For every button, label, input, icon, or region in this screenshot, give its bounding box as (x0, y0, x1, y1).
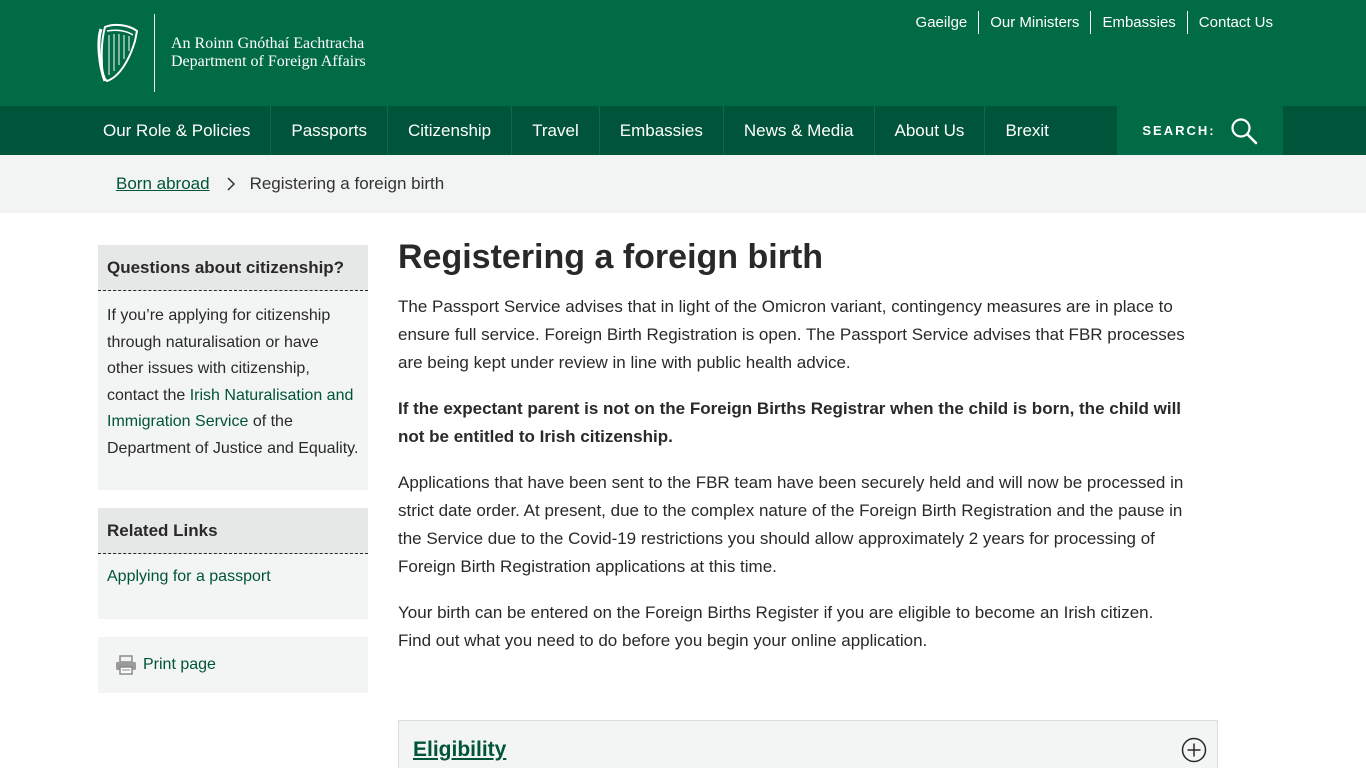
sidebar: Questions about citizenship? If you’re a… (98, 245, 368, 693)
citizenship-card-body: If you’re applying for citizenship throu… (98, 291, 368, 490)
chevron-right-icon (227, 177, 235, 191)
logo-line-irish: An Roinn Gnóthaí Eachtracha (171, 35, 365, 52)
nav-item-travel[interactable]: Travel (512, 106, 600, 155)
nav-item-news-media[interactable]: News & Media (724, 106, 875, 155)
search-button[interactable]: SEARCH: (1117, 106, 1283, 155)
nav-item-citizenship[interactable]: Citizenship (388, 106, 513, 155)
dfa-logo[interactable]: An Roinn Gnóthaí Eachtracha Department o… (97, 14, 366, 92)
paragraph-eligibility-intro: Your birth can be entered on the Foreign… (398, 603, 1154, 650)
nav-item-our-role-policies[interactable]: Our Role & Policies (83, 106, 272, 155)
print-page-label: Print page (143, 655, 216, 673)
paragraph-omicron: The Passport Service advises that in lig… (398, 297, 1185, 372)
applying-for-passport-link[interactable]: Applying for a passport (107, 568, 271, 585)
breadcrumb-born-abroad[interactable]: Born abroad (116, 174, 210, 194)
page-title: Registering a foreign birth (398, 238, 824, 276)
nav-item-brexit[interactable]: Brexit (985, 106, 1068, 155)
utility-links: Gaeilge Our Ministers Embassies Contact … (905, 11, 1284, 34)
logo-divider (154, 14, 155, 92)
toplink-contact-us[interactable]: Contact Us (1186, 11, 1284, 34)
main-nav: Our Role & Policies Passports Citizenshi… (0, 106, 1366, 155)
citizenship-card-title: Questions about citizenship? (98, 245, 368, 291)
related-links-card: Related Links Applying for a passport (98, 508, 368, 619)
printer-icon (116, 654, 136, 675)
site-header: An Roinn Gnóthaí Eachtracha Department o… (0, 0, 1366, 106)
paragraph-processing: Applications that have been sent to the … (398, 473, 1184, 576)
logo-text: An Roinn Gnóthaí Eachtracha Department o… (171, 35, 366, 71)
nav-item-embassies[interactable]: Embassies (600, 106, 724, 155)
related-links-title: Related Links (98, 508, 368, 554)
nav-item-passports[interactable]: Passports (271, 106, 388, 155)
harp-icon (97, 23, 139, 83)
breadcrumb-current: Registering a foreign birth (249, 174, 445, 193)
nav-item-about-us[interactable]: About Us (875, 106, 986, 155)
toplink-embassies[interactable]: Embassies (1090, 11, 1186, 34)
citizenship-card: Questions about citizenship? If you’re a… (98, 245, 368, 490)
print-page-button[interactable]: Print page (98, 636, 368, 693)
search-label: SEARCH: (1142, 123, 1216, 138)
main-content: Registering a foreign birth The Passport… (398, 237, 1218, 673)
toplink-our-ministers[interactable]: Our Ministers (978, 11, 1090, 34)
paragraph-warning: If the expectant parent is not on the Fo… (398, 399, 1182, 446)
breadcrumb: Born abroad Registering a foreign birth (0, 155, 1366, 213)
logo-line-english: Department of Foreign Affairs (171, 53, 366, 70)
eligibility-accordion-title: Eligibility (413, 738, 507, 761)
eligibility-accordion[interactable]: Eligibility (398, 720, 1218, 768)
toplink-gaeilge[interactable]: Gaeilge (905, 11, 979, 34)
related-links-body: Applying for a passport (98, 554, 368, 619)
search-icon (1231, 117, 1257, 144)
plus-circle-icon (1181, 737, 1207, 763)
